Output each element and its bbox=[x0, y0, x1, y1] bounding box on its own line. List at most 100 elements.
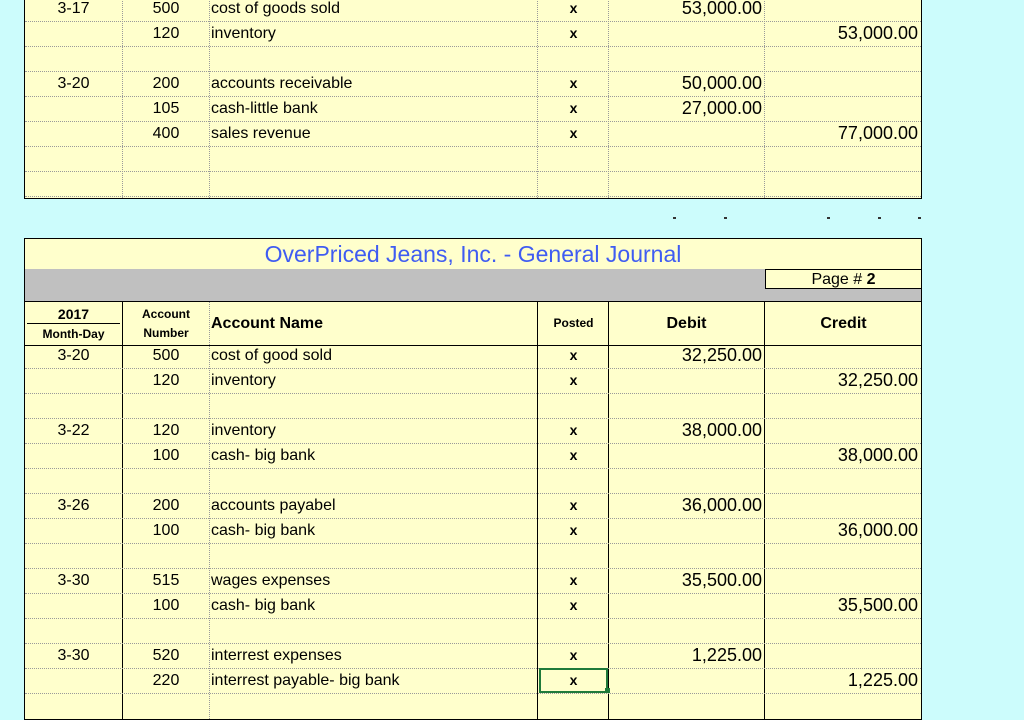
account-number-cell[interactable] bbox=[123, 171, 209, 196]
account-number-cell[interactable] bbox=[123, 543, 209, 568]
account-number-cell[interactable]: 105 bbox=[123, 96, 209, 121]
account-number-cell[interactable]: 400 bbox=[123, 121, 209, 146]
debit-header[interactable]: Debit bbox=[609, 302, 764, 345]
credit-cell[interactable] bbox=[766, 493, 918, 518]
date-cell[interactable]: 3-30 bbox=[25, 568, 122, 593]
account-number-cell[interactable]: 500 bbox=[123, 343, 209, 368]
date-cell[interactable]: 3-20 bbox=[25, 343, 122, 368]
account-name-cell[interactable]: cash- big bank bbox=[211, 593, 537, 618]
credit-cell[interactable] bbox=[766, 146, 918, 171]
account-number-cell[interactable]: 100 bbox=[123, 443, 209, 468]
posted-cell[interactable] bbox=[539, 46, 608, 71]
credit-cell[interactable] bbox=[766, 568, 918, 593]
posted-cell[interactable] bbox=[539, 618, 608, 643]
debit-cell[interactable] bbox=[609, 146, 762, 171]
posted-cell[interactable]: x bbox=[539, 343, 608, 368]
date-header[interactable]: 2017 Month-Day bbox=[25, 302, 122, 345]
date-cell[interactable] bbox=[25, 146, 122, 171]
account-name-cell[interactable]: interrest expenses bbox=[211, 643, 537, 668]
debit-cell[interactable] bbox=[609, 593, 762, 618]
debit-cell[interactable]: 32,250.00 bbox=[609, 343, 762, 368]
debit-cell[interactable] bbox=[609, 518, 762, 543]
debit-cell[interactable] bbox=[609, 171, 762, 196]
account-name-cell[interactable]: accounts receivable bbox=[211, 71, 537, 96]
account-number-cell[interactable]: 120 bbox=[123, 368, 209, 393]
posted-cell[interactable] bbox=[539, 146, 608, 171]
posted-cell[interactable]: x bbox=[539, 96, 608, 121]
credit-cell[interactable] bbox=[766, 96, 918, 121]
date-cell[interactable] bbox=[25, 46, 122, 71]
date-cell[interactable] bbox=[25, 668, 122, 693]
credit-cell[interactable]: 35,500.00 bbox=[766, 593, 918, 618]
debit-cell[interactable] bbox=[609, 468, 762, 493]
posted-cell[interactable]: x bbox=[539, 568, 608, 593]
account-number-cell[interactable] bbox=[123, 618, 209, 643]
date-cell[interactable] bbox=[25, 121, 122, 146]
date-cell[interactable]: 3-30 bbox=[25, 643, 122, 668]
account-name-cell[interactable]: sales revenue bbox=[211, 121, 537, 146]
date-cell[interactable]: 3-22 bbox=[25, 418, 122, 443]
date-cell[interactable]: 3-26 bbox=[25, 493, 122, 518]
credit-cell[interactable]: 38,000.00 bbox=[766, 443, 918, 468]
posted-cell[interactable]: x bbox=[539, 493, 608, 518]
debit-cell[interactable] bbox=[609, 543, 762, 568]
credit-header[interactable]: Credit bbox=[766, 302, 921, 345]
posted-header[interactable]: Posted bbox=[539, 302, 608, 345]
credit-cell[interactable] bbox=[766, 343, 918, 368]
debit-cell[interactable]: 35,500.00 bbox=[609, 568, 762, 593]
debit-cell[interactable] bbox=[609, 368, 762, 393]
debit-cell[interactable]: 1,225.00 bbox=[609, 643, 762, 668]
credit-cell[interactable] bbox=[766, 543, 918, 568]
debit-cell[interactable] bbox=[609, 46, 762, 71]
account-number-cell[interactable]: 515 bbox=[123, 568, 209, 593]
credit-cell[interactable] bbox=[766, 393, 918, 418]
debit-cell[interactable] bbox=[609, 618, 762, 643]
date-cell[interactable] bbox=[25, 96, 122, 121]
date-cell[interactable]: 3-20 bbox=[25, 71, 122, 96]
account-number-cell[interactable]: 100 bbox=[123, 518, 209, 543]
posted-cell[interactable]: x bbox=[539, 593, 608, 618]
account-name-cell[interactable] bbox=[211, 543, 537, 568]
date-cell[interactable] bbox=[25, 518, 122, 543]
posted-cell[interactable] bbox=[539, 468, 608, 493]
date-cell[interactable] bbox=[25, 443, 122, 468]
debit-cell[interactable]: 50,000.00 bbox=[609, 71, 762, 96]
date-cell[interactable] bbox=[25, 543, 122, 568]
account-name-cell[interactable]: cash-little bank bbox=[211, 96, 537, 121]
credit-cell[interactable] bbox=[766, 643, 918, 668]
credit-cell[interactable]: 1,225.00 bbox=[766, 668, 918, 693]
debit-cell[interactable] bbox=[609, 21, 762, 46]
credit-cell[interactable] bbox=[766, 618, 918, 643]
account-number-cell[interactable] bbox=[123, 393, 209, 418]
date-cell[interactable] bbox=[25, 618, 122, 643]
credit-cell[interactable]: 53,000.00 bbox=[766, 21, 918, 46]
posted-cell[interactable]: x bbox=[539, 71, 608, 96]
posted-cell[interactable]: x bbox=[539, 21, 608, 46]
account-name-cell[interactable]: inventory bbox=[211, 418, 537, 443]
account-number-cell[interactable]: 100 bbox=[123, 593, 209, 618]
debit-cell[interactable] bbox=[609, 121, 762, 146]
credit-cell[interactable]: 32,250.00 bbox=[766, 368, 918, 393]
date-cell[interactable] bbox=[25, 593, 122, 618]
posted-cell[interactable]: x bbox=[539, 443, 608, 468]
account-name-cell[interactable] bbox=[211, 146, 537, 171]
selection-fill-handle[interactable] bbox=[605, 688, 610, 693]
date-cell[interactable] bbox=[25, 21, 122, 46]
credit-cell[interactable]: 77,000.00 bbox=[766, 121, 918, 146]
posted-cell[interactable]: x bbox=[539, 368, 608, 393]
date-cell[interactable] bbox=[25, 171, 122, 196]
posted-cell[interactable] bbox=[539, 393, 608, 418]
account-number-cell[interactable]: 220 bbox=[123, 668, 209, 693]
posted-cell[interactable]: x bbox=[539, 518, 608, 543]
account-name-cell[interactable]: inventory bbox=[211, 368, 537, 393]
account-number-header[interactable]: Account Number bbox=[123, 302, 209, 345]
posted-cell[interactable]: x bbox=[539, 668, 608, 693]
posted-cell[interactable]: x bbox=[539, 643, 608, 668]
date-cell[interactable]: 3-17 bbox=[25, 0, 122, 21]
debit-cell[interactable]: 27,000.00 bbox=[609, 96, 762, 121]
account-number-cell[interactable]: 200 bbox=[123, 493, 209, 518]
posted-cell[interactable]: x bbox=[539, 121, 608, 146]
account-name-cell[interactable] bbox=[211, 171, 537, 196]
credit-cell[interactable] bbox=[766, 418, 918, 443]
posted-cell[interactable] bbox=[539, 171, 608, 196]
